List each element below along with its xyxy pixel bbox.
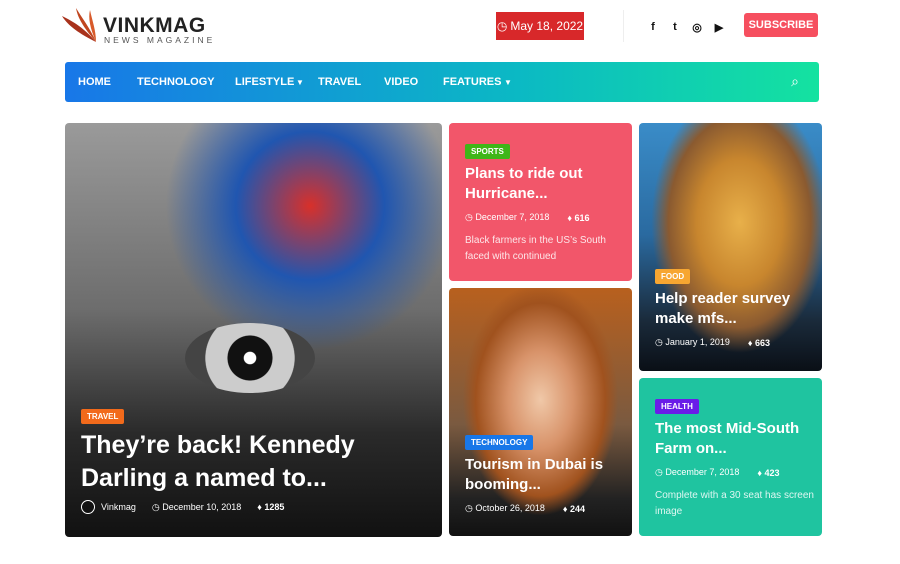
view-count: 663 [755, 337, 771, 348]
post-card[interactable]: FOOD Help reader survey make mfs... ◷ Ja… [639, 123, 822, 371]
post-card[interactable]: TECHNOLOGY Tourism in Dubai is booming..… [449, 288, 632, 536]
clock-icon: ◷ [655, 337, 666, 347]
clock-icon: ◷ [151, 501, 163, 512]
nav-video[interactable]: VIDEO [384, 76, 418, 88]
author-avatar [81, 500, 95, 514]
view-count: 616 [574, 212, 590, 223]
post-title[interactable]: Help reader survey make mfs... [655, 289, 815, 328]
clock-icon: ◷ [465, 503, 476, 513]
view-count: 423 [764, 467, 780, 478]
category-badge[interactable]: TRAVEL [81, 409, 125, 424]
post-date: December 10, 2018 [162, 501, 242, 512]
flame-icon: ♦ [747, 337, 755, 348]
nav-lifestyle[interactable]: LIFESTYLE [235, 76, 294, 88]
category-badge[interactable]: SPORTS [465, 144, 510, 159]
search-icon[interactable]: ⌕ [791, 73, 799, 90]
post-title[interactable]: Plans to ride out Hurricane... [465, 164, 625, 203]
category-badge[interactable]: TECHNOLOGY [465, 435, 534, 450]
twitter-icon[interactable]: t [669, 21, 681, 34]
post-date: December 7, 2018 [665, 467, 740, 477]
category-badge[interactable]: FOOD [655, 269, 691, 284]
post-card[interactable]: HEALTH The most Mid-South Farm on... ◷ D… [639, 378, 822, 536]
divider [623, 10, 624, 42]
post-title[interactable]: Tourism in Dubai is booming... [465, 455, 625, 494]
nav-travel[interactable]: TRAVEL [318, 76, 361, 88]
clock-icon: ◷ [496, 19, 508, 33]
logo-icon [62, 8, 96, 42]
post-card-featured[interactable]: TRAVEL They’re back! Kennedy Darling a n… [65, 123, 442, 537]
flame-icon: ♦ [757, 467, 765, 478]
flame-icon: ♦ [562, 503, 571, 514]
eye-graphic [185, 323, 315, 393]
logo-tagline: NEWS MAGAZINE [104, 35, 216, 45]
post-date: January 1, 2019 [665, 337, 730, 347]
nav-technology[interactable]: TECHNOLOGY [137, 76, 215, 88]
view-count: 1285 [264, 502, 285, 512]
chevron-down-icon[interactable]: ▼ [504, 78, 512, 87]
social-links: f t ◎ ▶ [647, 21, 725, 34]
instagram-icon[interactable]: ◎ [691, 21, 703, 34]
post-excerpt: Black farmers in the US’s South faced wi… [465, 235, 606, 262]
chevron-down-icon[interactable]: ▼ [296, 78, 304, 87]
facebook-icon[interactable]: f [647, 21, 659, 34]
flame-icon: ♦ [567, 212, 575, 223]
clock-icon: ◷ [465, 212, 476, 222]
post-date: December 7, 2018 [475, 212, 550, 222]
view-count: 244 [570, 503, 586, 514]
post-author[interactable]: Vinkmag [101, 502, 136, 512]
subscribe-button[interactable]: SUBSCRIBE [744, 13, 818, 37]
post-title[interactable]: The most Mid-South Farm on... [655, 419, 820, 458]
youtube-icon[interactable]: ▶ [713, 21, 725, 34]
post-date: October 26, 2018 [475, 503, 545, 513]
date-display: ◷ May 18, 2022 [496, 12, 584, 40]
post-card[interactable]: SPORTS Plans to ride out Hurricane... ◷ … [449, 123, 632, 281]
nav-features[interactable]: FEATURES [443, 76, 501, 88]
nav-home[interactable]: HOME [78, 76, 111, 88]
post-excerpt: Complete with a 30 seat has screen image [655, 490, 814, 517]
clock-icon: ◷ [655, 467, 666, 477]
main-nav: HOME TECHNOLOGY LIFESTYLE ▼ TRAVEL VIDEO… [65, 62, 819, 102]
post-title[interactable]: They’re back! Kennedy Darling a named to… [81, 429, 431, 494]
category-badge[interactable]: HEALTH [655, 399, 699, 414]
